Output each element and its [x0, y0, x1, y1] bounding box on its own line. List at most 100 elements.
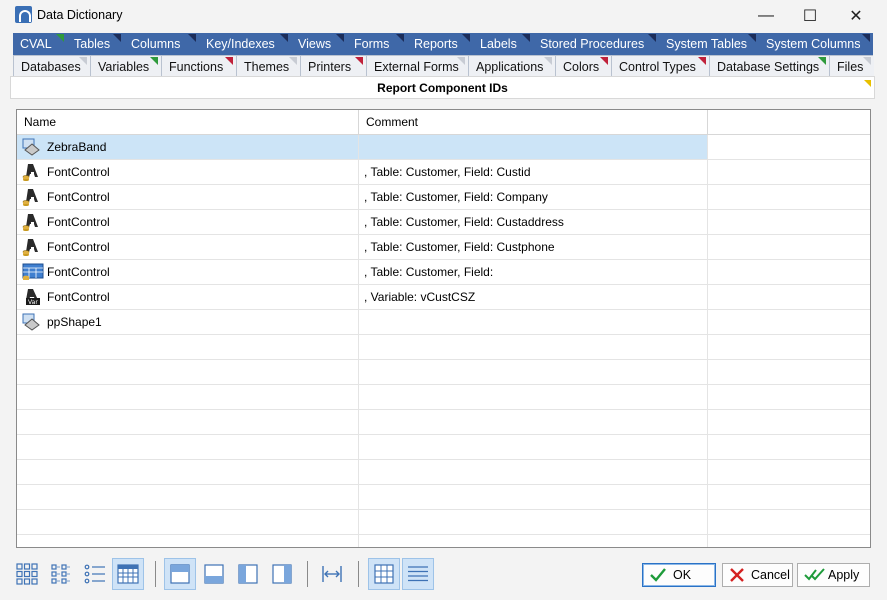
tab-marker [188, 34, 196, 42]
empty-row [17, 535, 870, 547]
tab-forms[interactable]: Forms [347, 33, 407, 55]
table-row[interactable]: ppShape1 [17, 310, 870, 335]
font-db-icon [22, 188, 42, 206]
table-row[interactable]: FontControl , Table: Customer, Field: [17, 260, 870, 285]
layout-bottom-icon[interactable] [198, 558, 230, 590]
name-cell: FontControl [17, 185, 359, 209]
details-view-icon[interactable] [112, 558, 144, 590]
table-row[interactable]: FontControl , Table: Customer, Field: Cus… [17, 235, 870, 260]
tab-variables[interactable]: Variables [91, 56, 162, 78]
ok-button[interactable]: OK [642, 563, 716, 587]
font-db-icon [22, 213, 42, 231]
tab-label: Themes [244, 60, 290, 74]
empty-row [17, 385, 870, 410]
comment-text: , Table: Customer, Field: Company [364, 190, 548, 204]
empty-row [17, 435, 870, 460]
ok-label: OK [673, 568, 692, 582]
tab-applications[interactable]: Applications [469, 56, 556, 78]
row-lines-icon[interactable] [402, 558, 434, 590]
tab-system-columns[interactable]: System Columns [759, 33, 873, 55]
minimize-button[interactable]: — [743, 0, 789, 31]
tab-files[interactable]: Files [830, 56, 874, 78]
tab-database-settings[interactable]: Database Settings [710, 56, 830, 78]
tab-label: Files [837, 60, 864, 74]
comment-cell: , Variable: vCustCSZ [359, 285, 708, 309]
tab-reports[interactable]: Reports [407, 33, 473, 55]
name-cell [17, 435, 359, 459]
tab-label: Colors [563, 60, 600, 74]
name-cell: FontControl [17, 235, 359, 259]
tab-strip-top: CVAL Tables Columns Key/Indexes Views Fo… [13, 33, 873, 55]
tab-marker [600, 57, 608, 65]
name-text: FontControl [47, 240, 110, 254]
comment-cell: , Table: Customer, Field: Company [359, 185, 708, 209]
grid-lines-icon[interactable] [368, 558, 400, 590]
name-cell [17, 510, 359, 534]
tab-functions[interactable]: Functions [162, 56, 237, 78]
table-row[interactable]: FontControl , Table: Customer, Field: Cus… [17, 160, 870, 185]
tab-label: Printers [308, 60, 352, 74]
tab-stored-procedures[interactable]: Stored Procedures [533, 33, 659, 55]
tab-control-types[interactable]: Control Types [612, 56, 710, 78]
large-icons-view-icon[interactable] [11, 558, 43, 590]
tab-marker [113, 34, 121, 42]
tab-external-forms[interactable]: External Forms [367, 56, 469, 78]
comment-cell [359, 460, 708, 484]
tab-label: System Columns [766, 37, 861, 51]
toolbar-separator [307, 561, 308, 587]
double-check-icon [804, 567, 826, 583]
tab-printers[interactable]: Printers [301, 56, 367, 78]
check-icon [649, 567, 667, 583]
empty-row [17, 410, 870, 435]
tab-databases[interactable]: Databases [14, 56, 91, 78]
tab-key-indexes[interactable]: Key/Indexes [199, 33, 291, 55]
name-cell [17, 360, 359, 384]
caption-marker [864, 80, 871, 87]
tab-system-tables[interactable]: System Tables [659, 33, 759, 55]
tab-views[interactable]: Views [291, 33, 347, 55]
tab-label: Control Types [619, 60, 696, 74]
table-row[interactable]: FontControl , Table: Customer, Field: Com… [17, 185, 870, 210]
fit-width-icon[interactable] [316, 558, 348, 590]
name-cell [17, 385, 359, 409]
apply-button[interactable]: Apply [797, 563, 870, 587]
tab-labels[interactable]: Labels [473, 33, 533, 55]
layout-left-icon[interactable] [232, 558, 264, 590]
tab-label: Variables [98, 60, 150, 74]
column-header-name[interactable]: Name [17, 110, 359, 135]
tab-themes[interactable]: Themes [237, 56, 301, 78]
maximize-button[interactable]: ☐ [787, 0, 833, 31]
column-header-comment[interactable]: Comment [359, 110, 708, 135]
close-button[interactable]: ✕ [833, 0, 879, 31]
tab-label: Views [298, 37, 332, 51]
name-cell: ppShape1 [17, 310, 359, 334]
empty-row [17, 510, 870, 535]
table-row[interactable]: Var FontControl , Variable: vCustCSZ [17, 285, 870, 310]
name-cell [17, 460, 359, 484]
tab-marker [648, 34, 656, 42]
tab-marker [56, 34, 64, 42]
empty-row [17, 485, 870, 510]
comment-text: , Table: Customer, Field: Custphone [364, 240, 555, 254]
tab-columns[interactable]: Columns [124, 33, 199, 55]
tab-label: Functions [169, 60, 224, 74]
name-cell: Var FontControl [17, 285, 359, 309]
toolbar-separator [155, 561, 156, 587]
tab-colors[interactable]: Colors [556, 56, 612, 78]
tab-tables[interactable]: Tables [67, 33, 124, 55]
tab-marker [355, 57, 363, 65]
svg-text:Var: Var [28, 299, 38, 306]
small-icons-view-icon[interactable] [45, 558, 77, 590]
layout-right-icon[interactable] [266, 558, 298, 590]
cancel-button[interactable]: Cancel [722, 563, 793, 587]
table-row[interactable]: FontControl , Table: Customer, Field: Cus… [17, 210, 870, 235]
list-view-icon[interactable] [79, 558, 111, 590]
tab-cval[interactable]: CVAL [13, 33, 67, 55]
name-text: FontControl [47, 290, 110, 304]
tab-label: Columns [131, 37, 181, 51]
cancel-x-icon [729, 567, 745, 583]
comment-cell: , Table: Customer, Field: Custid [359, 160, 708, 184]
layout-top-icon[interactable] [164, 558, 196, 590]
comment-text: , Table: Customer, Field: Custaddress [364, 215, 564, 229]
table-row[interactable]: ZebraBand [17, 135, 870, 160]
